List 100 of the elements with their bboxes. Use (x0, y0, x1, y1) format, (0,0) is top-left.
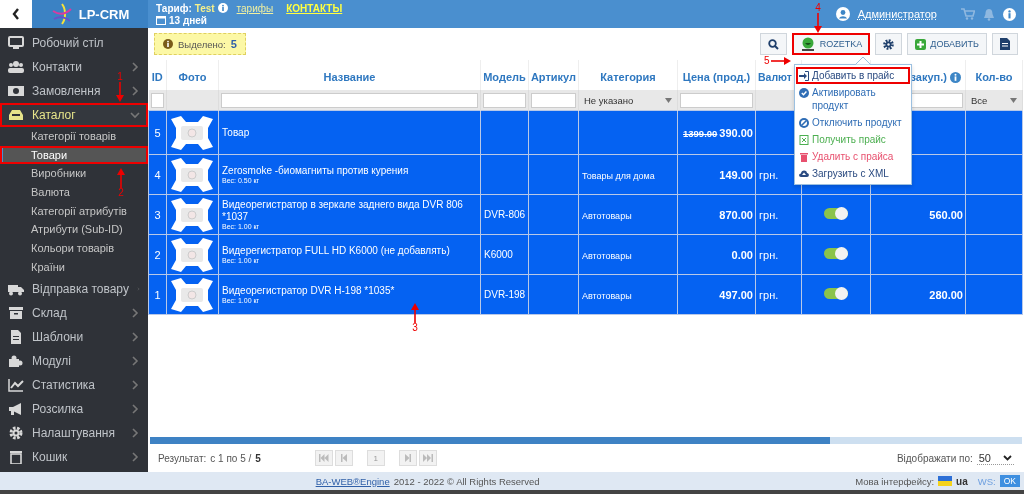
first-page-icon (318, 454, 329, 462)
price-text: 0.00 (731, 248, 753, 261)
copyright-text: 2012 - 2022 © All Rights Reserved (393, 475, 540, 487)
filter-field[interactable] (531, 92, 576, 108)
column-header[interactable]: Кол-во (975, 71, 1013, 83)
chevron-right-icon (130, 62, 140, 72)
column-header[interactable]: Модель (483, 71, 526, 83)
menu-item[interactable]: Добавить в прайс (796, 67, 910, 84)
currency-text: грн. (759, 248, 779, 261)
column-header[interactable]: закуп.) (910, 70, 947, 83)
product-name[interactable]: Видеорегистратор DVR H-198 *1035* (222, 285, 477, 297)
days-left: 13 дней (169, 14, 207, 26)
column-header[interactable]: Валют (758, 71, 792, 83)
column-header[interactable]: Фото (178, 71, 207, 83)
submenu-item[interactable]: Категорії товарів (31, 130, 117, 142)
image-placeholder-icon (169, 197, 215, 232)
last-page-icon (422, 454, 433, 462)
filter-field[interactable] (680, 92, 753, 108)
submenu-item[interactable]: Атрибути (Sub-ID) (31, 223, 123, 236)
sidebar-item[interactable]: Модулі (32, 353, 71, 368)
result-label: Результат: (158, 452, 207, 464)
sidebar-item[interactable]: Робочий стіл (32, 36, 104, 50)
menu-item[interactable]: Загрузить с XML (796, 165, 910, 182)
image-placeholder-icon (169, 157, 215, 192)
sidebar-item[interactable]: Кошик (32, 449, 68, 464)
search-button[interactable] (759, 33, 787, 55)
brand-link[interactable]: BA-WEB®Engine (315, 475, 390, 487)
flag-icon (938, 476, 953, 486)
toggle-switch[interactable] (824, 247, 848, 260)
currency-text: грн. (759, 208, 779, 221)
ws-status-badge: OK (999, 475, 1020, 487)
cart-icon[interactable] (961, 8, 975, 20)
horizontal-scrollbar[interactable] (150, 437, 1022, 444)
image-placeholder-icon (169, 237, 215, 272)
column-header[interactable]: Название (323, 71, 376, 83)
column-header[interactable]: Категория (600, 71, 656, 83)
annotation-number: 2 (118, 188, 124, 198)
submenu-item[interactable]: Валюта (31, 186, 70, 199)
submenu-item[interactable]: Кольори товарів (31, 242, 115, 255)
sidebar-item[interactable]: Склад (32, 305, 67, 320)
add-button[interactable]: ДОБАВИТЬ (907, 33, 987, 55)
info-icon[interactable] (217, 3, 228, 13)
sidebar-item[interactable]: Шаблони (32, 329, 84, 344)
submenu-item[interactable]: Виробники (31, 167, 87, 180)
previous-page-button[interactable] (334, 450, 353, 466)
menu-item[interactable]: Удалить с прайса (796, 148, 910, 165)
ws-label: WS: (977, 475, 996, 487)
next-page-icon (404, 454, 411, 462)
product-name[interactable]: Видеорегистратор в зеркале заднего вида DVR 806 *1037 (222, 199, 477, 223)
caret-icon (665, 97, 672, 103)
chevron-right-icon (130, 307, 140, 318)
sidebar-item[interactable]: Каталог (0, 103, 148, 127)
chevron-right-icon (130, 331, 140, 342)
filter-field[interactable] (221, 92, 478, 108)
column-header[interactable]: ID (151, 71, 163, 83)
chevron-right-icon (130, 379, 140, 390)
sidebar-item[interactable]: Замовлення (32, 84, 101, 98)
purchase-price: 280.00 (929, 288, 963, 301)
language-label: Мова інтерфейсу: (855, 475, 935, 487)
column-header[interactable]: Артикул (530, 71, 577, 83)
chevron-right-icon (130, 355, 140, 366)
sidebar-item[interactable]: Контакти (32, 60, 82, 74)
column-header[interactable]: Цена (прод.) (682, 71, 751, 83)
price-text: 497.00 (719, 288, 753, 301)
settings-button[interactable] (875, 33, 903, 55)
rozetka-button[interactable]: ROZETKA (791, 33, 871, 55)
gear-icon (883, 38, 895, 50)
price-text: 390.00 (719, 126, 753, 139)
user-icon[interactable] (835, 7, 850, 21)
filter-field[interactable] (483, 92, 526, 108)
chevron-left-icon (12, 8, 20, 20)
price-text: 149.00 (719, 168, 753, 181)
submenu-item[interactable]: Країни (31, 260, 65, 273)
submenu-item[interactable]: Категорії атрибутів (31, 204, 127, 217)
info-icon (950, 72, 961, 84)
filter-field[interactable] (150, 92, 164, 108)
last-page-button[interactable] (418, 450, 437, 466)
chevron-right-icon (130, 451, 140, 462)
submenu-item[interactable]: Товари (0, 145, 148, 165)
puzzle-icon (8, 353, 24, 368)
product-name[interactable]: Видерегистратор FULL HD K6000 (не добавлять) (222, 245, 477, 257)
toggle-switch[interactable] (824, 287, 848, 300)
language-value[interactable]: ua (956, 475, 968, 487)
menu-item[interactable]: Отключить продукт (796, 114, 910, 131)
bell-icon[interactable] (983, 7, 995, 21)
row-id: 2 (154, 248, 161, 261)
document-button[interactable] (992, 33, 1018, 55)
annotation-arrow (411, 303, 419, 323)
per-page-select[interactable]: 50 (976, 451, 1014, 465)
sidebar-item[interactable]: Налаштування (32, 425, 115, 440)
row-id: 1 (154, 288, 161, 301)
next-page-button[interactable] (398, 450, 417, 466)
sidebar-item[interactable]: Статистика (32, 377, 96, 392)
menu-item[interactable]: Активировать продукт (796, 84, 910, 114)
product-name[interactable]: Zerosmoke -биомагниты против курения (222, 165, 477, 177)
toggle-switch[interactable] (824, 207, 848, 220)
sidebar-item[interactable]: Розсилка (32, 401, 84, 416)
first-page-button[interactable] (314, 450, 333, 466)
sidebar-item[interactable]: Відправка товару (32, 281, 129, 296)
info-icon[interactable] (1003, 7, 1016, 21)
